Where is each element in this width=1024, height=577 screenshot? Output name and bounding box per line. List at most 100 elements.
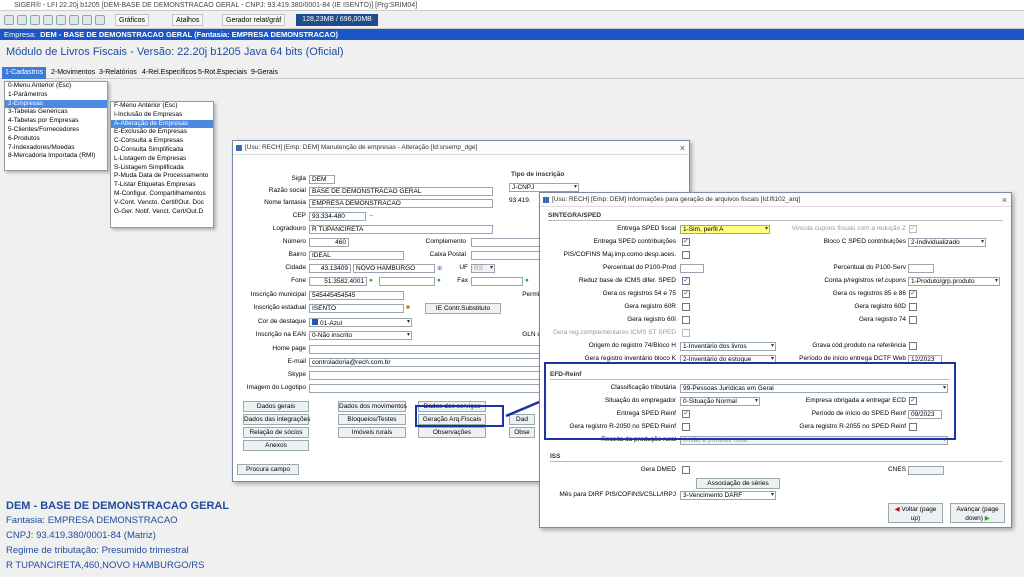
close-icon[interactable]: × xyxy=(1002,193,1007,207)
fone-field[interactable]: 51.3582.4001 xyxy=(309,277,367,286)
reg54-checkbox[interactable]: ✓ xyxy=(682,290,690,298)
lookup-icon[interactable]: ⊕ xyxy=(437,264,442,272)
home-icon[interactable] xyxy=(95,15,105,25)
menu-item[interactable]: 0-Menu Anterior (Esc) xyxy=(5,82,107,91)
dados-movimentos-button[interactable]: Dados dos movimentos xyxy=(338,401,407,412)
observacoes-button[interactable]: Observações xyxy=(418,427,486,438)
ie-substituto-button[interactable]: IE Contr.Substituto xyxy=(425,303,501,314)
perc-prod-field[interactable] xyxy=(680,264,704,273)
menu-item[interactable]: G-Ger. Notif. Venct. Cert/Out.D xyxy=(111,208,213,217)
fax-field[interactable] xyxy=(471,277,523,286)
bairro-field[interactable]: IDEAL xyxy=(309,251,404,260)
pis-cofins-checkbox[interactable] xyxy=(682,251,690,259)
razao-social-field[interactable]: BASE DE DEMONSTRACAO GERAL xyxy=(309,187,493,196)
cnes-field[interactable] xyxy=(908,466,944,475)
dados-gerais-button[interactable]: Dados gerais xyxy=(243,401,309,412)
dirf-select[interactable]: 3-Vencimento DARF ▾ xyxy=(680,491,776,500)
menu-item-empresas[interactable]: 2-Empresas xyxy=(5,99,107,109)
obse-button[interactable]: Obse xyxy=(509,427,535,438)
refresh-icon[interactable] xyxy=(43,15,53,25)
close-icon[interactable]: × xyxy=(680,141,685,155)
tipo-inscricao-select[interactable]: J-CNPJ ▾ xyxy=(509,183,579,192)
ean-select[interactable]: 0-Não inscrito ▾ xyxy=(309,331,412,340)
relacao-socios-button[interactable]: Relação de sócios xyxy=(243,427,309,438)
imoveis-rurais-button[interactable]: Imóveis rurais xyxy=(338,427,406,438)
menu-item[interactable]: P-Muda Data de Processamento xyxy=(111,172,213,181)
gerador-button[interactable]: Gerador relat/gráf xyxy=(222,14,286,26)
anexos-button[interactable]: Anexos xyxy=(243,440,309,451)
dados-integracoes-button[interactable]: Dados das integrações xyxy=(243,414,311,425)
inscricao-estadual-field[interactable]: ISENTO xyxy=(309,304,404,313)
menu-item[interactable]: 3-Tabelas Genéricas xyxy=(5,108,107,117)
menu-item[interactable]: M-Configur. Compartilhamentos xyxy=(111,190,213,199)
entrega-contrib-checkbox[interactable]: ✓ xyxy=(682,238,690,246)
bloqueios-button[interactable]: Bloqueios/Testes xyxy=(338,414,406,425)
menu-item[interactable]: E-Exclusão de Empresas xyxy=(111,128,213,137)
caixa-postal-field[interactable] xyxy=(471,251,541,260)
grava-checkbox[interactable] xyxy=(909,342,917,350)
menu-item[interactable]: F-Menu Anterior (Esc) xyxy=(111,102,213,111)
reduz-base-checkbox[interactable]: ✓ xyxy=(682,277,690,285)
gera-reg-complementares-checkbox[interactable] xyxy=(682,329,690,337)
menu-item[interactable]: D-Consulta Simplificada xyxy=(111,146,213,155)
numero-field[interactable]: 460 xyxy=(309,238,349,247)
procura-campo-button[interactable]: Procura campo xyxy=(237,464,299,475)
sigla-field[interactable]: DEM xyxy=(309,175,335,184)
inscricao-municipal-field[interactable]: 545445454545 xyxy=(309,291,404,300)
menu-item[interactable]: 6-Produtos xyxy=(5,135,107,144)
menu-item[interactable]: 5-Clientes/Fornecedores xyxy=(5,126,107,135)
calendar-icon[interactable] xyxy=(69,15,79,25)
reg60d-checkbox[interactable] xyxy=(909,303,917,311)
whatsapp-icon[interactable]: ● xyxy=(369,277,373,284)
menu-item[interactable]: 8-Mercadoria Importada (RMI) xyxy=(5,152,107,161)
perc-serv-field[interactable] xyxy=(908,264,934,273)
bloco-c-select[interactable]: 2-Individualizado ▾ xyxy=(908,238,986,247)
menu-movimentos[interactable]: 2-Movimentos xyxy=(48,67,98,79)
graficos-button[interactable]: Gráficos xyxy=(115,14,150,26)
cidade-code-field[interactable]: 43.13409 xyxy=(309,264,351,273)
calculator-icon[interactable] xyxy=(56,15,66,25)
reg60r-checkbox[interactable] xyxy=(682,303,690,311)
menu-item[interactable]: T-Listar Etiquetas Empresas xyxy=(111,181,213,190)
atalhos-button[interactable]: Atalhos xyxy=(172,14,204,26)
menu-rel-especificos[interactable]: 4-Rel.Específicos xyxy=(139,67,199,79)
avancar-button[interactable]: Avançar (page down) ▶ xyxy=(950,503,1005,523)
menu-item-alteracao[interactable]: A-Alteração de Empresas xyxy=(111,119,213,129)
menu-gerais[interactable]: 9-Gerais xyxy=(248,67,281,79)
dmed-checkbox[interactable] xyxy=(682,466,690,474)
logotipo-field[interactable] xyxy=(309,384,541,393)
menu-item[interactable]: V-Cont. Vencto. Certif/Out. Doc xyxy=(111,199,213,208)
whatsapp-icon[interactable]: ● xyxy=(525,277,529,284)
menu-relatorios[interactable]: 3-Relatórios xyxy=(96,67,140,79)
map-icon[interactable]: ⇔ xyxy=(368,212,375,219)
help-icon[interactable] xyxy=(82,15,92,25)
reg60i-checkbox[interactable] xyxy=(682,316,690,324)
fone2-field[interactable] xyxy=(379,277,435,286)
menu-cadastros[interactable]: 1-Cadastros xyxy=(2,67,47,79)
search-icon[interactable] xyxy=(30,15,40,25)
voltar-button[interactable]: ◀ Voltar (page up) xyxy=(888,503,943,523)
cep-field[interactable]: 93.334-480 xyxy=(309,212,366,221)
menu-item[interactable]: 7-Indexadores/Moedas xyxy=(5,144,107,153)
menu-item[interactable]: 4-Tabelas por Empresas xyxy=(5,117,107,126)
conta-select[interactable]: 1-Produto/grp.produto ▾ xyxy=(908,277,1000,286)
menu-item[interactable]: L-Listagem de Empresas xyxy=(111,155,213,164)
cidade-field[interactable]: NOVO HAMBURGO xyxy=(353,264,435,273)
menu-item[interactable]: C-Consulta a Empresas xyxy=(111,137,213,146)
associacao-series-button[interactable]: Associação de séries xyxy=(696,478,780,489)
email-field[interactable]: controladoria@rech.com.br xyxy=(309,358,541,367)
reg74-checkbox[interactable] xyxy=(909,316,917,324)
menu-rot-especiais[interactable]: 5-Rot.Especiais xyxy=(195,67,250,79)
reg85-checkbox[interactable]: ✓ xyxy=(909,290,917,298)
uf-select[interactable]: RS ▾ xyxy=(471,264,495,273)
menu-item[interactable]: 1-Parâmetros xyxy=(5,91,107,100)
folder-icon[interactable]: ■ xyxy=(406,304,410,311)
menu-item[interactable]: I-Inclusão de Empresas xyxy=(111,111,213,120)
menu-item[interactable]: S-Listagem Simplificada xyxy=(111,164,213,173)
print-icon[interactable] xyxy=(17,15,27,25)
save-icon[interactable] xyxy=(4,15,14,25)
home-page-field[interactable] xyxy=(309,345,541,354)
logradouro-field[interactable]: R TUPANCIRETA xyxy=(309,225,493,234)
vincula-checkbox[interactable]: ✓ xyxy=(909,225,917,233)
complemento-field[interactable] xyxy=(471,238,541,247)
